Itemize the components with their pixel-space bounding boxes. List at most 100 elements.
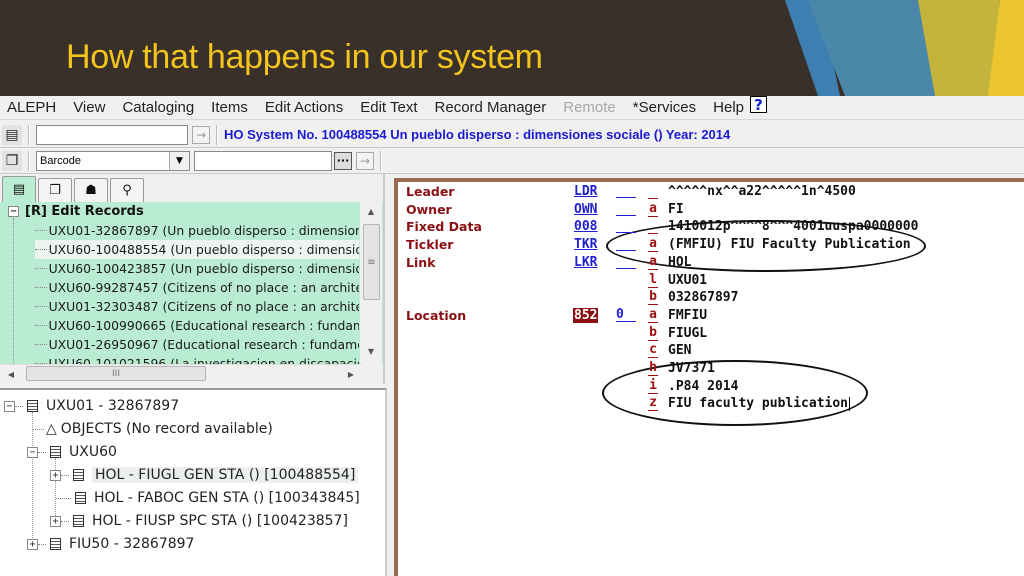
expand-icon[interactable]: +: [50, 515, 61, 527]
menu-record-manager[interactable]: Record Manager: [435, 99, 547, 116]
subfield-code[interactable]: a: [648, 254, 658, 270]
edit-record-item[interactable]: UXU60-99287457 (Citizens of no place : a…: [35, 278, 359, 297]
edit-record-item[interactable]: UXU60-100488554 (Un pueblo disperso : di…: [35, 240, 359, 259]
scroll-down-icon[interactable]: ▼: [360, 342, 382, 360]
marc-editor[interactable]: Leader LDR ^^^^^nx^^a22^^^^^1n^4500 Owner OW…: [394, 178, 1024, 576]
tree-node-uxu60[interactable]: − UXU60: [27, 441, 117, 463]
marc-field-row[interactable]: Location 852 0 a FMFIU: [398, 307, 1018, 326]
edit-records-root[interactable]: − [R] Edit Records: [8, 204, 144, 219]
field-value[interactable]: ^^^^^nx^^a22^^^^^1n^4500: [668, 184, 856, 199]
go-arrow-button[interactable]: →: [356, 151, 374, 170]
field-value[interactable]: FIUGL: [668, 326, 707, 341]
field-value[interactable]: .P84 2014: [668, 379, 738, 394]
vertical-scrollbar[interactable]: ▲ ≡ ▼: [360, 202, 382, 364]
tree-node-fiu50[interactable]: + FIU50 - 32867897: [27, 533, 194, 555]
horizontal-scrollbar[interactable]: ◀ III ▶: [0, 364, 362, 382]
tree-node-objects[interactable]: △ OBJECTS (No record available): [32, 418, 273, 440]
edit-record-item[interactable]: UXU60-100990665 (Educational research : …: [35, 316, 360, 335]
field-value[interactable]: FIU faculty publication: [668, 396, 851, 411]
help-icon[interactable]: ?: [750, 96, 767, 114]
expand-icon[interactable]: +: [27, 538, 38, 550]
menu-items[interactable]: Items: [211, 99, 248, 116]
collapse-icon[interactable]: −: [27, 446, 38, 458]
edit-record-item[interactable]: UXU60-100423857 (Un pueblo disperso : di…: [35, 259, 359, 278]
catalog-record-icon[interactable]: ▤: [2, 124, 22, 145]
browse-button[interactable]: ···: [334, 151, 352, 170]
field-value[interactable]: 032867897: [668, 290, 738, 305]
field-value[interactable]: 1410012p^^^^8^^^4001uuspa0000000: [668, 219, 918, 234]
go-arrow-button[interactable]: →: [192, 125, 210, 144]
tree-node-holding[interactable]: + HOL - FIUSP SPC STA () [100423857]: [50, 510, 348, 532]
subfield-code[interactable]: c: [648, 343, 658, 359]
collapse-icon[interactable]: −: [8, 206, 19, 217]
barcode-input[interactable]: [194, 150, 332, 171]
edit-record-item[interactable]: UXU60-101021596 (La investigacion en dis…: [35, 354, 360, 364]
menu-edit-actions[interactable]: Edit Actions: [265, 99, 343, 116]
scroll-thumb[interactable]: III: [26, 366, 206, 381]
tree-node-holding[interactable]: + HOL - FIUGL GEN STA () [100488554]: [50, 464, 359, 486]
marc-field-row[interactable]: c GEN: [398, 343, 1018, 361]
field-indicator[interactable]: [616, 237, 636, 252]
subfield-code[interactable]: a: [648, 237, 658, 253]
subfield-code[interactable]: b: [648, 325, 658, 341]
field-tag[interactable]: 008: [574, 219, 597, 234]
marc-field-row[interactable]: Tickler TKR a (FMFIU) FIU Faculty Publicati…: [398, 237, 1018, 255]
marc-field-row[interactable]: b 032867897: [398, 290, 1018, 308]
menu-help[interactable]: Help: [713, 99, 744, 116]
chevron-down-icon[interactable]: ▼: [169, 151, 189, 170]
collapse-icon[interactable]: −: [4, 400, 15, 412]
subfield-code[interactable]: [648, 219, 658, 235]
field-value[interactable]: JV7371: [668, 361, 715, 376]
subfield-code[interactable]: a: [648, 307, 658, 323]
subfield-code[interactable]: z: [648, 396, 658, 412]
field-indicator[interactable]: [616, 255, 636, 269]
field-value[interactable]: GEN: [668, 343, 691, 358]
marc-field-row[interactable]: Owner OWN a FI: [398, 201, 1018, 220]
marc-field-row[interactable]: h JV7371: [398, 361, 1018, 379]
subfield-code[interactable]: b: [648, 290, 658, 306]
field-tag[interactable]: TKR: [574, 237, 597, 252]
subfield-code[interactable]: a: [648, 201, 658, 217]
tab-items[interactable]: ❐: [38, 178, 72, 202]
marc-field-row[interactable]: i .P84 2014: [398, 378, 1018, 397]
record-search-input[interactable]: [36, 124, 188, 145]
marc-field-row[interactable]: Leader LDR ^^^^^nx^^a22^^^^^1n^4500: [398, 184, 1018, 202]
marc-field-row[interactable]: Fixed Data 008 1410012p^^^^8^^^4001uuspa00…: [398, 219, 1018, 237]
marc-field-row[interactable]: z FIU faculty publication: [398, 396, 1018, 414]
edit-record-item[interactable]: UXU01-32867897 (Un pueblo disperso : dim…: [35, 221, 359, 240]
search-type-select[interactable]: Barcode ▼: [36, 150, 190, 171]
tab-basket[interactable]: ☗: [74, 178, 108, 202]
item-box-icon[interactable]: ❐: [2, 150, 22, 171]
scroll-right-icon[interactable]: ▶: [342, 365, 360, 383]
field-indicator[interactable]: [616, 202, 636, 216]
field-value[interactable]: FI: [668, 202, 684, 217]
scroll-thumb[interactable]: ≡: [363, 224, 380, 300]
edit-record-item[interactable]: UXU01-32303487 (Citizens of no place : a…: [35, 297, 359, 316]
subfield-code[interactable]: i: [648, 378, 658, 394]
marc-field-row[interactable]: Link LKR a HOL: [398, 254, 1018, 273]
field-indicator[interactable]: [616, 184, 636, 198]
field-value[interactable]: UXU01: [668, 273, 707, 288]
menu-view[interactable]: View: [73, 99, 105, 116]
tree-node-uxu01[interactable]: − UXU01 - 32867897: [4, 395, 179, 417]
tree-node-holding[interactable]: HOL - FABOC GEN STA () [100343845]: [56, 487, 360, 509]
tab-search[interactable]: ⚲: [110, 178, 144, 202]
expand-icon[interactable]: +: [50, 469, 61, 481]
marc-field-row[interactable]: b FIUGL: [398, 325, 1018, 344]
menu-edit-text[interactable]: Edit Text: [360, 99, 417, 116]
menu-services[interactable]: *Services: [633, 99, 696, 116]
scroll-up-icon[interactable]: ▲: [360, 202, 382, 220]
field-tag[interactable]: LDR: [574, 184, 597, 199]
field-tag[interactable]: 852: [573, 307, 599, 323]
subfield-code[interactable]: l: [648, 272, 658, 288]
field-value[interactable]: FMFIU: [668, 308, 707, 323]
field-tag[interactable]: LKR: [574, 255, 597, 270]
field-indicator[interactable]: 0: [616, 308, 636, 322]
menu-aleph[interactable]: ALEPH: [7, 99, 56, 116]
field-indicator[interactable]: [616, 219, 636, 234]
scroll-left-icon[interactable]: ◀: [2, 365, 20, 383]
field-value[interactable]: HOL: [668, 255, 691, 270]
field-value[interactable]: (FMFIU) FIU Faculty Publication: [668, 237, 911, 252]
field-tag[interactable]: OWN: [574, 202, 597, 217]
menu-cataloging[interactable]: Cataloging: [122, 99, 194, 116]
